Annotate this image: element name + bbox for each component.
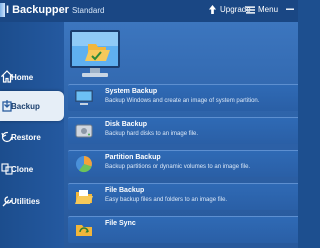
disk-backup-title: Disk Backup — [105, 121, 148, 128]
app-window: I Backupper Standard Upgrade Menu Home Ba… — [0, 0, 298, 248]
nav-home[interactable]: Home — [0, 62, 64, 92]
disk-backup-icon — [75, 124, 93, 138]
system-backup-title: System Backup — [105, 88, 158, 95]
nav-backup[interactable]: Backup — [0, 91, 64, 121]
app-title: I Backupper Standard — [6, 4, 105, 16]
disk-backup-desc: Backup hard disks to an image file. — [105, 131, 199, 137]
menu-label: Menu — [258, 5, 279, 14]
app-logo — [0, 3, 5, 17]
minimize-icon — [286, 8, 294, 10]
title-bar: I Backupper Standard Upgrade Menu — [0, 0, 298, 22]
upgrade-icon — [208, 5, 217, 14]
nav-restore[interactable]: Restore — [0, 122, 64, 152]
nav-clone[interactable]: Clone — [0, 154, 64, 184]
disk-backup-item[interactable]: Disk Backup Backup hard disks to an imag… — [68, 117, 298, 144]
system-backup-desc: Backup Windows and create an image of sy… — [105, 98, 260, 104]
partition-backup-item[interactable]: Partition Backup Backup partitions or dy… — [68, 150, 298, 177]
file-backup-title: File Backup — [105, 187, 145, 194]
file-sync-item[interactable]: File Sync — [68, 216, 298, 243]
system-backup-icon — [75, 90, 93, 105]
system-backup-item[interactable]: System Backup Backup Windows and create … — [68, 84, 298, 111]
menu-icon — [246, 5, 255, 14]
sidebar: Home Backup Restore Clone Utilities — [0, 22, 64, 248]
partition-backup-icon — [76, 156, 92, 173]
app-edition: Standard — [71, 6, 105, 15]
partition-backup-desc: Backup partitions or dynamic volumes to … — [105, 164, 251, 170]
computer-backup-icon — [70, 30, 120, 77]
nav-backup-label: Backup — [11, 102, 40, 111]
minimize-button[interactable] — [286, 5, 294, 13]
nav-clone-label: Clone — [11, 165, 34, 174]
file-backup-item[interactable]: File Backup Easy backup files and folder… — [68, 183, 298, 210]
menu-button[interactable]: Menu — [246, 5, 278, 14]
nav-utilities-label: Utilities — [11, 197, 40, 206]
nav-restore-label: Restore — [11, 133, 41, 142]
partition-backup-title: Partition Backup — [105, 154, 161, 161]
file-sync-title: File Sync — [105, 220, 136, 227]
file-backup-icon — [75, 190, 93, 204]
nav-utilities[interactable]: Utilities — [0, 186, 64, 216]
file-backup-desc: Easy backup files and folders to an imag… — [105, 197, 228, 203]
file-sync-icon — [76, 225, 92, 236]
upgrade-button[interactable]: Upgrade — [208, 5, 251, 14]
backup-options-list: System Backup Backup Windows and create … — [68, 84, 298, 248]
nav-home-label: Home — [11, 73, 34, 82]
